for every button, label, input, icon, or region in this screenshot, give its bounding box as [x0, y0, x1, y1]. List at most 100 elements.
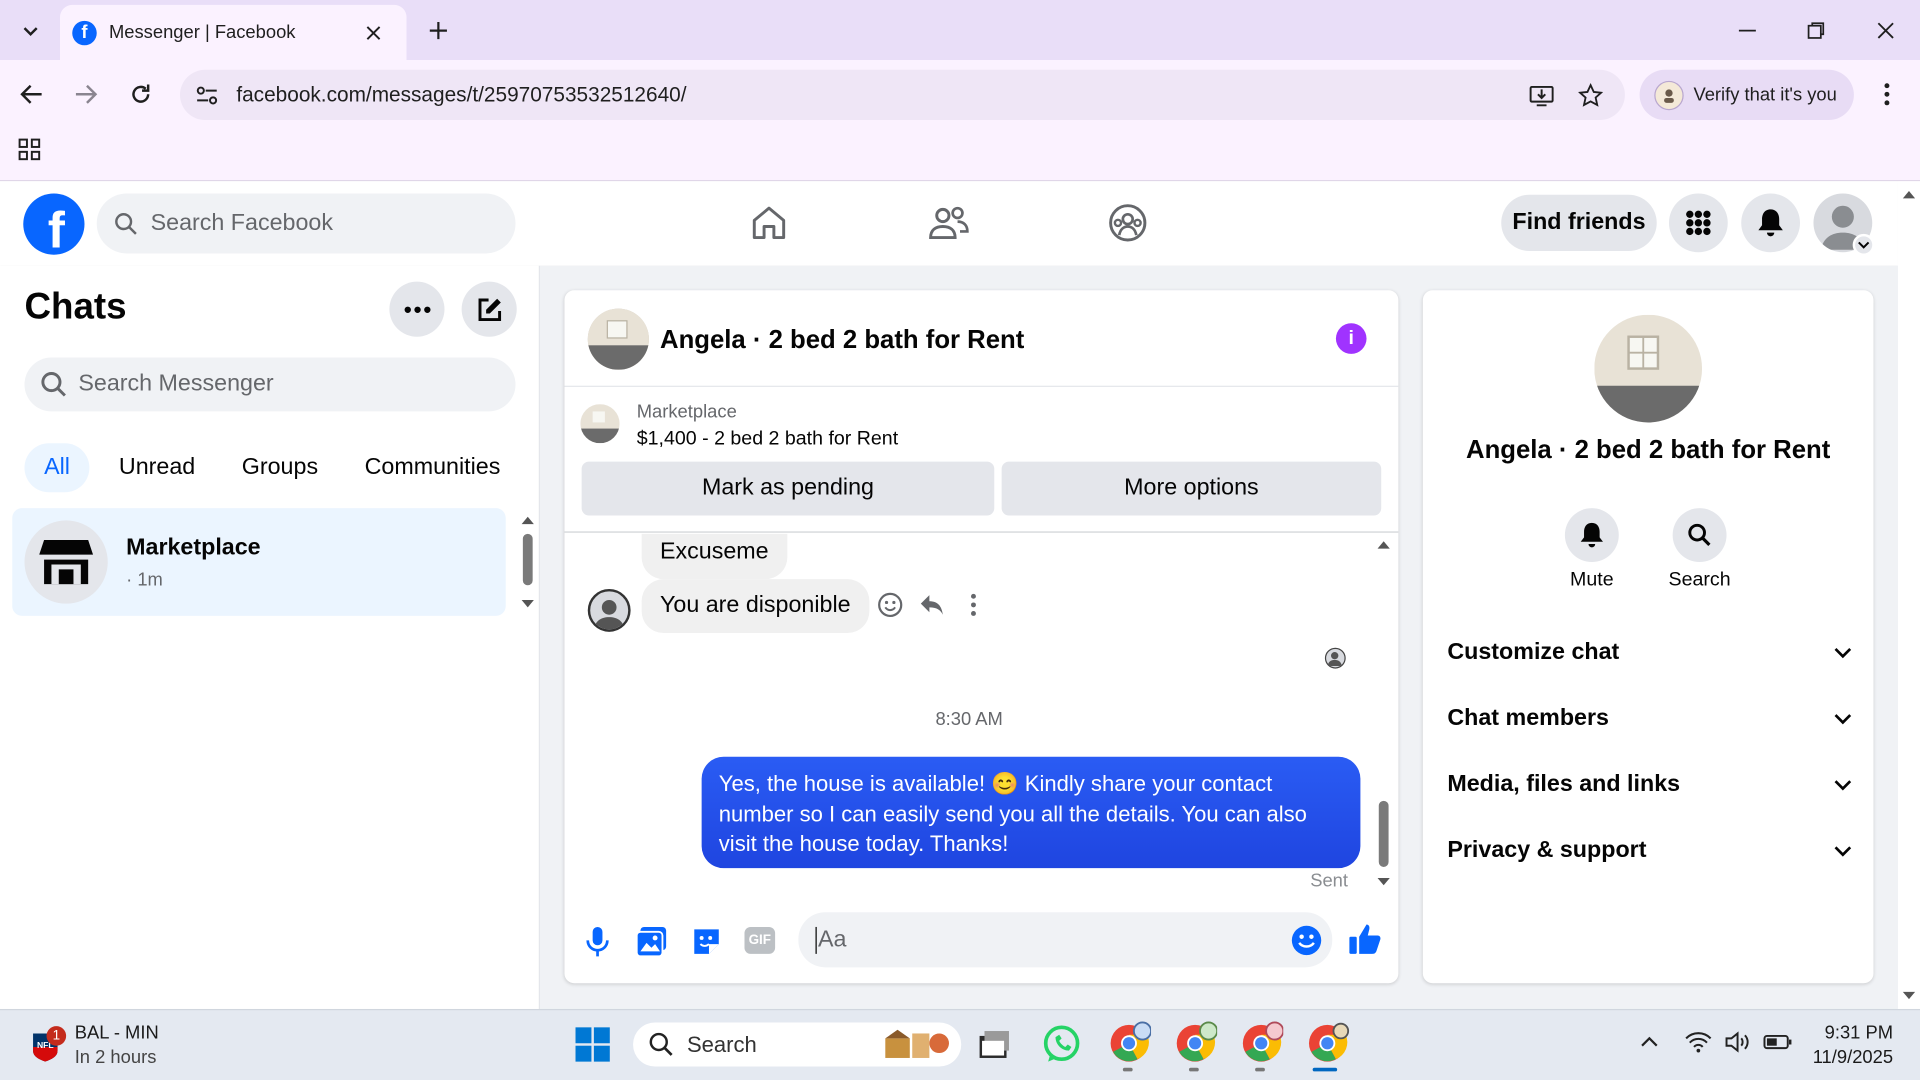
reload-button[interactable]: [129, 82, 153, 106]
search-conversation-button[interactable]: [1672, 508, 1727, 563]
section-label: Privacy & support: [1447, 837, 1647, 864]
start-button[interactable]: [574, 1026, 611, 1063]
filter-communities[interactable]: Communities: [345, 443, 520, 492]
privacy-support-section[interactable]: Privacy & support: [1447, 827, 1852, 876]
sender-avatar[interactable]: [587, 588, 631, 632]
taskbar-search[interactable]: Search: [633, 1022, 962, 1067]
forward-button[interactable]: [73, 82, 98, 106]
voice-clip-button[interactable]: [584, 926, 611, 958]
close-window-button[interactable]: [1867, 15, 1904, 47]
bell-icon: [1758, 209, 1783, 237]
taskbar-search-label: Search: [686, 1031, 757, 1057]
conversation-title[interactable]: Angela · 2 bed 2 bath for Rent: [660, 326, 1024, 355]
nav-groups[interactable]: [1107, 203, 1149, 242]
search-facebook-placeholder: Search Facebook: [150, 210, 333, 236]
sticker-button[interactable]: [691, 926, 723, 958]
emoji-button[interactable]: [1291, 924, 1323, 956]
photo-icon: [635, 926, 667, 958]
nav-friends[interactable]: [928, 203, 970, 242]
apps-shortcut[interactable]: [17, 137, 41, 161]
message-bubble[interactable]: You are disponible: [641, 579, 869, 634]
attach-photo-button[interactable]: [635, 926, 668, 958]
message-more-button[interactable]: [965, 591, 982, 618]
filter-all[interactable]: All: [24, 443, 90, 493]
message-scrollbar[interactable]: [1375, 534, 1392, 894]
message-input-placeholder: Aa: [815, 926, 846, 954]
notifications-button[interactable]: [1741, 193, 1801, 253]
search-icon: [41, 372, 66, 397]
arrow-right-icon: [75, 84, 98, 104]
nfl-icon: NFL 1: [32, 1026, 67, 1062]
restore-button[interactable]: [1798, 15, 1835, 47]
star-icon[interactable]: [1578, 82, 1603, 107]
chat-list-item-marketplace[interactable]: Marketplace · 1m: [12, 508, 506, 616]
read-receipt-avatar: [1324, 647, 1346, 669]
mark-as-pending-button[interactable]: Mark as pending: [581, 461, 995, 516]
verify-label: Verify that it's you: [1693, 84, 1837, 106]
info-avatar[interactable]: [1594, 314, 1703, 423]
install-app-icon[interactable]: [1529, 83, 1554, 107]
search-messenger-input[interactable]: Search Messenger: [24, 357, 516, 412]
filter-unread[interactable]: Unread: [99, 443, 215, 492]
kebab-menu-icon: [1884, 83, 1890, 106]
back-button[interactable]: [20, 82, 44, 106]
tab-search-button[interactable]: [15, 15, 47, 47]
nav-home[interactable]: [749, 203, 788, 242]
close-icon[interactable]: [366, 25, 381, 40]
weather-sports-widget[interactable]: NFL 1 BAL - MIN In 2 hours: [32, 1021, 159, 1070]
filter-groups[interactable]: Groups: [222, 443, 337, 492]
mute-button[interactable]: [1564, 508, 1619, 563]
info-icon[interactable]: i: [1335, 323, 1367, 354]
menu-button[interactable]: [1668, 193, 1728, 253]
chrome-active-icon[interactable]: [1305, 1021, 1350, 1065]
new-message-button[interactable]: [461, 281, 517, 337]
listing-source: Marketplace: [636, 401, 737, 423]
smiley-icon: [878, 592, 903, 618]
browser-tab[interactable]: f Messenger | Facebook: [60, 4, 407, 61]
minimize-icon: [1738, 29, 1756, 32]
facebook-logo[interactable]: f: [23, 193, 85, 258]
chat-members-section[interactable]: Chat members: [1447, 694, 1852, 743]
react-button[interactable]: [877, 591, 904, 618]
gif-icon[interactable]: GIF: [744, 926, 776, 954]
chrome-profile-3-icon[interactable]: [1239, 1021, 1284, 1065]
running-indicator: [1188, 1067, 1199, 1072]
outgoing-message-bubble[interactable]: Yes, the house is available! 😊 Kindly sh…: [701, 756, 1361, 869]
reply-button[interactable]: [918, 591, 945, 618]
show-hidden-icons[interactable]: [1640, 1035, 1660, 1050]
section-label: Media, files and links: [1447, 771, 1681, 798]
chat-list-scrollbar[interactable]: [519, 512, 536, 615]
new-tab-button[interactable]: [422, 15, 454, 47]
message-input[interactable]: Aa: [798, 912, 1333, 968]
reload-icon: [132, 84, 150, 103]
account-chevron[interactable]: [1852, 233, 1875, 256]
clock-date: 11/9/2025: [1812, 1046, 1894, 1068]
site-settings-icon[interactable]: [195, 83, 219, 107]
chevron-down-icon: [1834, 846, 1852, 857]
verify-identity-chip[interactable]: Verify that it's you: [1639, 69, 1854, 121]
more-options-button[interactable]: More options: [1001, 461, 1382, 516]
notification-badge: 1: [46, 1026, 67, 1046]
profile-avatar-icon: [1654, 80, 1684, 110]
whatsapp-app[interactable]: [1042, 1025, 1081, 1064]
kebab-menu-icon: [971, 593, 976, 616]
minimize-button[interactable]: [1729, 15, 1766, 47]
section-label: Customize chat: [1447, 639, 1620, 665]
clock[interactable]: 9:31 PM 11/9/2025: [1795, 1021, 1893, 1070]
chrome-profile-1-icon[interactable]: [1107, 1021, 1152, 1065]
taskview-app[interactable]: [977, 1029, 1011, 1063]
address-bar[interactable]: facebook.com/messages/t/2597075353251264…: [180, 69, 1625, 121]
chats-options-button[interactable]: [389, 281, 445, 337]
media-files-links-section[interactable]: Media, files and links: [1447, 760, 1852, 809]
find-friends-button[interactable]: Find friends: [1501, 194, 1657, 252]
chrome-profile-2-icon[interactable]: [1173, 1021, 1218, 1065]
message-bubble[interactable]: Excuseme: [641, 533, 787, 580]
browser-menu-button[interactable]: [1876, 81, 1898, 108]
page-scrollbar[interactable]: [1897, 181, 1920, 1009]
listing-title[interactable]: $1,400 - 2 bed 2 bath for Rent: [637, 429, 898, 451]
like-button[interactable]: [1348, 922, 1382, 956]
system-tray[interactable]: [1685, 1031, 1793, 1053]
customize-chat-section[interactable]: Customize chat: [1447, 628, 1852, 677]
room-photo-icon: [587, 308, 649, 370]
search-facebook-input[interactable]: Search Facebook: [96, 193, 516, 254]
